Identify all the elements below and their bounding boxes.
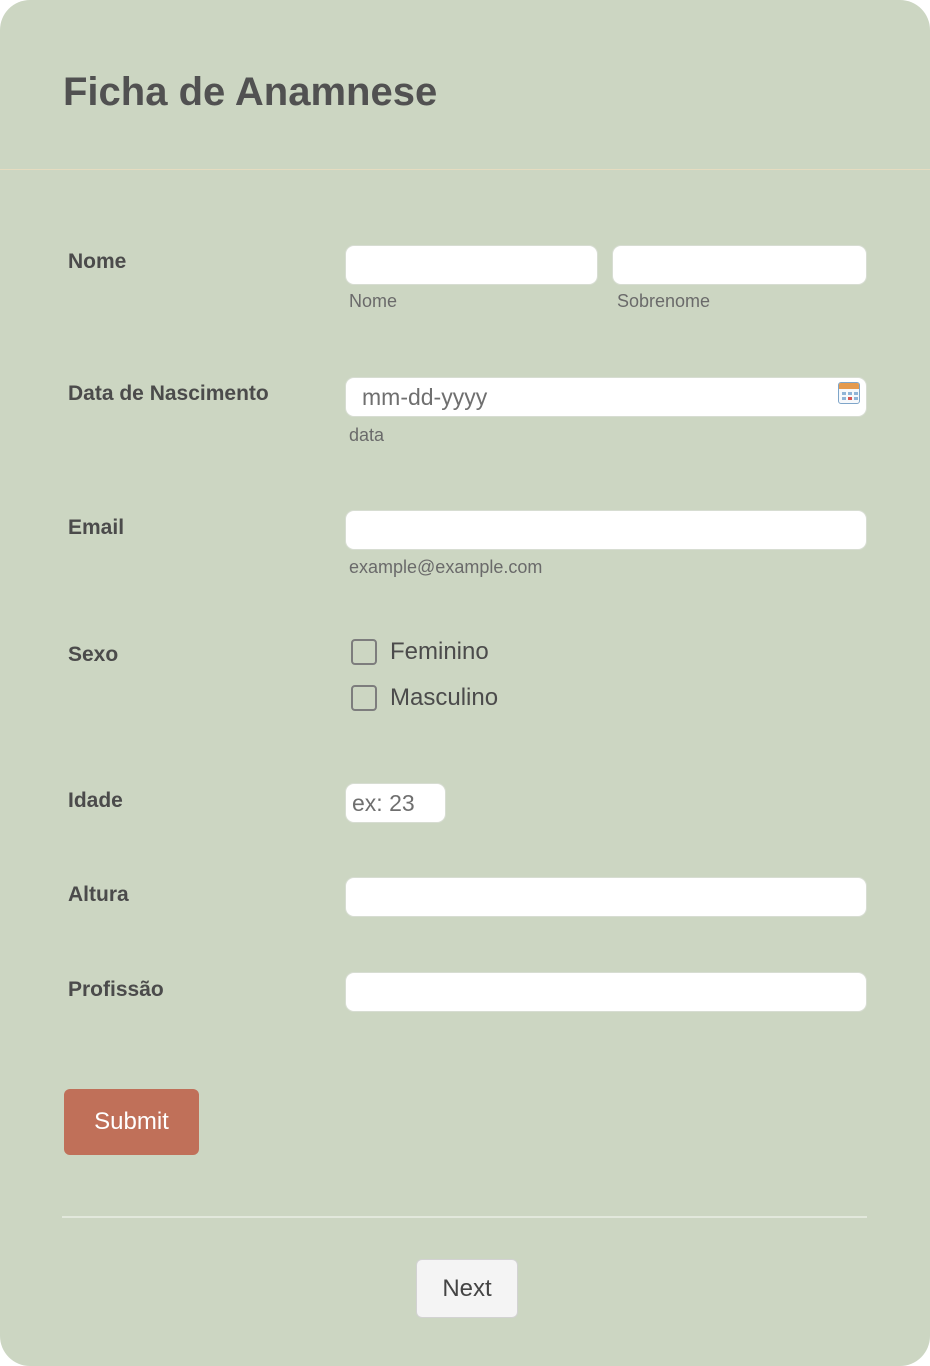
submit-button[interactable]: Submit (64, 1089, 199, 1155)
name-label: Nome (68, 250, 127, 273)
last-name-sublabel: Sobrenome (617, 291, 711, 311)
age-input[interactable] (345, 783, 446, 823)
form-card: Ficha de Anamnese Nome Nome Sobrenome Da… (0, 0, 930, 1366)
birthdate-sublabel: data (349, 425, 385, 445)
sex-option-feminino[interactable]: Feminino (351, 637, 489, 667)
first-name-input[interactable] (345, 245, 598, 285)
birthdate-input[interactable] (345, 377, 867, 417)
profession-input[interactable] (345, 972, 867, 1012)
email-label: Email (68, 516, 125, 539)
last-name-input[interactable] (612, 245, 867, 285)
header-divider (0, 169, 930, 170)
checkbox[interactable] (351, 639, 377, 665)
checkbox-label: Feminino (390, 638, 489, 665)
profession-label: Profissão (68, 978, 164, 1001)
checkbox-label: Masculino (390, 684, 499, 711)
next-button[interactable]: Next (416, 1259, 518, 1318)
height-label: Altura (68, 883, 129, 906)
email-sublabel: example@example.com (349, 557, 543, 577)
first-name-sublabel: Nome (349, 291, 398, 311)
footer-divider (62, 1216, 867, 1218)
calendar-icon[interactable] (838, 382, 860, 404)
sex-label: Sexo (68, 643, 119, 666)
age-label: Idade (68, 789, 123, 812)
birthdate-label: Data de Nascimento (68, 382, 269, 405)
email-input[interactable] (345, 510, 867, 550)
checkbox[interactable] (351, 685, 377, 711)
height-input[interactable] (345, 877, 867, 917)
form-title: Ficha de Anamnese (63, 70, 438, 114)
sex-option-masculino[interactable]: Masculino (351, 683, 498, 713)
